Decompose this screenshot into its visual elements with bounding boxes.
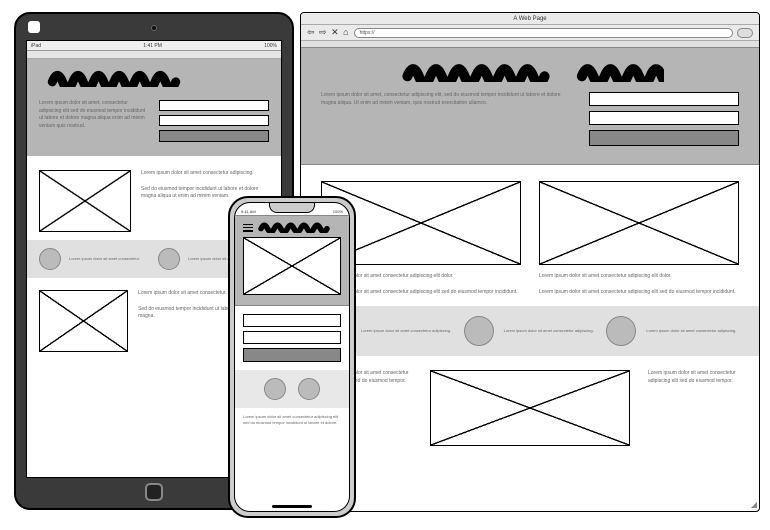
headline-row [321, 62, 739, 82]
avatar-circle-icon [39, 248, 61, 270]
signup-form [589, 92, 739, 146]
avatar-circle-icon [264, 378, 286, 400]
submit-button[interactable] [243, 348, 341, 362]
tablet-nav-bar [27, 51, 281, 59]
below-text: Lorem ipsum dolor sit amet consectetur a… [648, 370, 739, 446]
browser-window: A Web Page ⇦ ⇨ ✕ ⌂ https:// Lorem ipsum … [300, 12, 760, 512]
col-text: Lorem ipsum dolor sit amet consectetur a… [539, 273, 739, 281]
status-time: 9:41 AM [241, 209, 256, 214]
phone-hero [235, 215, 349, 306]
input-field-2[interactable] [589, 111, 739, 125]
tablet-brand-icon [28, 21, 40, 33]
input-field-1[interactable] [589, 92, 739, 106]
go-button[interactable] [737, 28, 753, 38]
signup-form [159, 100, 269, 142]
status-time: 1:41 PM [143, 43, 162, 49]
image-placeholder-icon [243, 237, 341, 295]
phone-device: 9:41 AM 100% Lorem ipsum dolor sit amet … [228, 196, 356, 518]
tablet-camera-icon [151, 25, 157, 31]
section-text: Lorem ipsum dolor sit amet consectetur a… [141, 170, 269, 178]
avatar-circle-icon [464, 316, 494, 346]
browser-toolbar: ⇦ ⇨ ✕ ⌂ https:// [301, 25, 759, 41]
tablet-status-bar: iPad 1:41 PM 100% [27, 41, 281, 51]
tablet-home-button[interactable] [145, 483, 163, 501]
status-battery: 100% [264, 43, 277, 49]
phone-screen: 9:41 AM 100% Lorem ipsum dolor sit amet … [234, 202, 350, 512]
hero-body-text: Lorem ipsum dolor sit amet, consectetur … [39, 100, 147, 142]
col-text: Lorem ipsum dolor sit amet consectetur a… [539, 289, 739, 297]
avatar-circle-icon [298, 378, 320, 400]
phone-home-indicator-icon[interactable] [272, 505, 312, 508]
tablet-hero: Lorem ipsum dolor sit amet, consectetur … [27, 59, 281, 156]
phone-feature-band [235, 370, 349, 408]
browser-hero: Lorem ipsum dolor sit amet, consectetur … [301, 47, 759, 165]
band-text: Lorem ipsum dolor sit amet consectetur a… [504, 328, 597, 334]
band-text: Lorem ipsum dolor sit amet consectetur a… [646, 328, 739, 334]
image-placeholder-icon [39, 290, 128, 352]
image-placeholder-icon [539, 181, 739, 265]
input-field-2[interactable] [159, 115, 269, 126]
url-input[interactable]: https:// [354, 28, 733, 38]
grid-col-2: Lorem ipsum dolor sit amet consectetur a… [539, 181, 739, 296]
browser-below-row: Lorem ipsum dolor sit amet consectetur a… [301, 356, 759, 460]
band-text: Lorem ipsum dolor sit amet consectetur. [69, 256, 150, 262]
avatar-circle-icon [606, 316, 636, 346]
status-battery: 100% [333, 209, 343, 214]
browser-title-bar: A Web Page [301, 13, 759, 25]
browser-feature-band: Lorem ipsum dolor sit amet consectetur a… [301, 306, 759, 356]
status-device: iPad [31, 43, 41, 49]
submit-button[interactable] [589, 130, 739, 146]
band-text: Lorem ipsum dolor sit amet consectetur a… [361, 328, 454, 334]
headline-greek-text [396, 62, 556, 82]
phone-notch-icon [269, 203, 315, 213]
browser-grid: Lorem ipsum dolor sit amet consectetur a… [301, 165, 759, 306]
nav-back-forward-reload-icon[interactable]: ⇦ ⇨ ✕ ⌂ [307, 27, 350, 38]
submit-button[interactable] [159, 130, 269, 142]
input-field-1[interactable] [243, 314, 341, 327]
phone-footer-text: Lorem ipsum dolor sit amet consectetur a… [235, 408, 349, 432]
input-field-2[interactable] [243, 331, 341, 344]
headline-greek-text [39, 69, 189, 87]
image-placeholder-icon [39, 170, 131, 232]
resize-handle-icon[interactable]: ◢ [751, 500, 757, 509]
input-field-1[interactable] [159, 100, 269, 111]
avatar-circle-icon [158, 248, 180, 270]
image-placeholder-icon [430, 370, 630, 446]
phone-form [235, 306, 349, 370]
headline-greek-text [258, 222, 330, 233]
hamburger-menu-icon[interactable] [243, 224, 253, 232]
headline-greek-text [574, 62, 664, 82]
hero-body-text: Lorem ipsum dolor sit amet, consectetur … [321, 92, 567, 146]
